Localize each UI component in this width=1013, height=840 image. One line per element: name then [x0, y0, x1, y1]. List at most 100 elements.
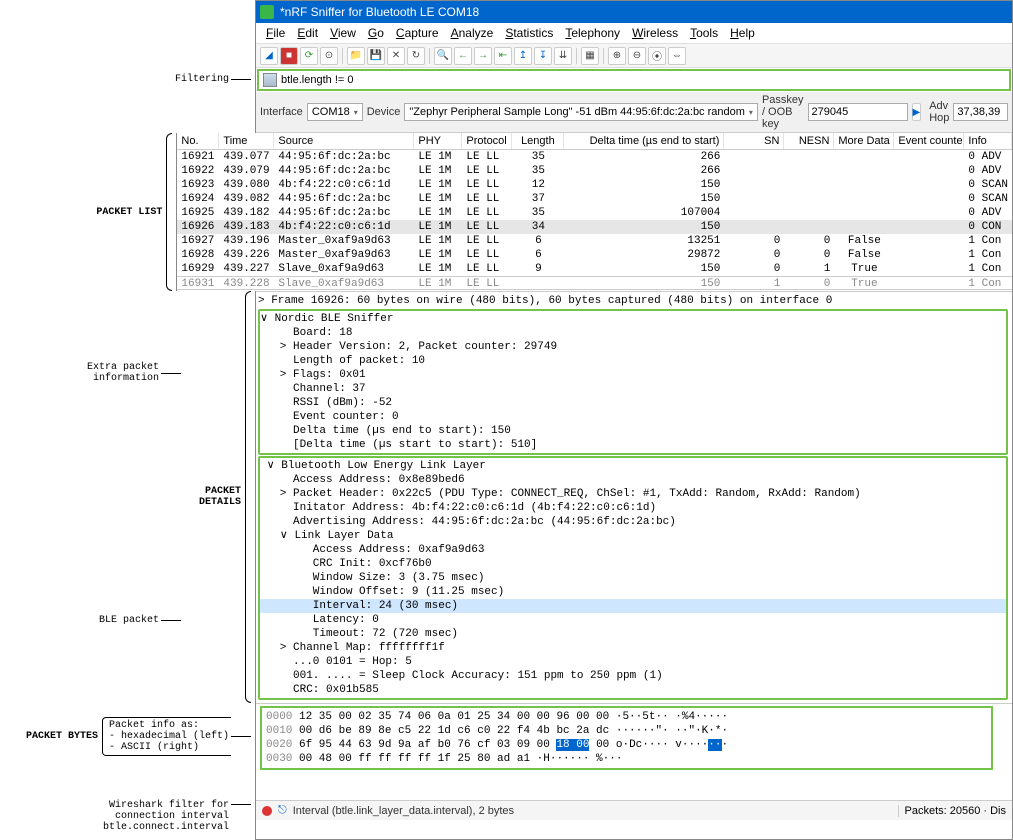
passkey-apply-icon[interactable]: ▶	[912, 103, 922, 121]
detail-line[interactable]: ...0 0101 = Hop: 5	[260, 655, 1006, 669]
packet-details-pane[interactable]: > Frame 16926: 60 bytes on wire (480 bit…	[256, 291, 1012, 703]
menu-tools[interactable]: Tools	[686, 25, 722, 41]
packet-row[interactable]: 16923439.0804b:f4:22:c0:c6:1dLE 1MLE LL1…	[177, 178, 1012, 192]
detail-line[interactable]: ∨ Link Layer Data	[260, 529, 1006, 543]
menu-edit[interactable]: Edit	[293, 25, 322, 41]
toolbar-reload-icon[interactable]: ↻	[407, 47, 425, 65]
detail-line[interactable]: CRC Init: 0xcf76b0	[260, 557, 1006, 571]
menu-go[interactable]: Go	[364, 25, 388, 41]
detail-line[interactable]: RSSI (dBm): -52	[260, 396, 1006, 410]
passkey-input[interactable]	[808, 103, 908, 121]
packet-row[interactable]: 16929439.227Slave_0xaf9a9d63LE 1MLE LL91…	[177, 262, 1012, 276]
toolbar-save-icon[interactable]: 💾	[367, 47, 385, 65]
packet-row[interactable]: 16931439.228Slave_0xaf9a9d63LE 1MLE LL15…	[177, 276, 1012, 290]
menu-capture[interactable]: Capture	[392, 25, 443, 41]
detail-line[interactable]: Delta time (µs end to start): 150	[260, 424, 1006, 438]
detail-line[interactable]: [Delta time (µs start to start): 510]	[260, 438, 1006, 452]
toolbar-open-icon[interactable]: 📁	[347, 47, 365, 65]
packet-row[interactable]: 16921439.07744:95:6f:dc:2a:bcLE 1MLE LL3…	[177, 150, 1012, 164]
column-header[interactable]: PHY	[414, 133, 462, 149]
packet-row[interactable]: 16924439.08244:95:6f:dc:2a:bcLE 1MLE LL3…	[177, 192, 1012, 206]
toolbar-options-icon[interactable]: ⊙	[320, 47, 338, 65]
toolbar-zoom-in-icon[interactable]: ⊕	[608, 47, 626, 65]
bytes-row[interactable]: 0000 12 35 00 02 35 74 06 0a 01 25 34 00…	[266, 710, 987, 724]
detail-line[interactable]: Latency: 0	[260, 613, 1006, 627]
toolbar-jump-icon[interactable]: ⇤	[494, 47, 512, 65]
advhop-input[interactable]	[953, 103, 1008, 121]
column-header[interactable]: More Data	[834, 133, 894, 149]
toolbar-goto-first-icon[interactable]: ↥	[514, 47, 532, 65]
toolbar-colorize-icon[interactable]: ▦	[581, 47, 599, 65]
packet-row[interactable]: 16928439.226Master_0xaf9a9d63LE 1MLE LL6…	[177, 248, 1012, 262]
toolbar-goto-last-icon[interactable]: ↧	[534, 47, 552, 65]
display-filter-input[interactable]	[281, 74, 1005, 86]
detail-line[interactable]: Window Offset: 9 (11.25 msec)	[260, 585, 1006, 599]
detail-nordic-header[interactable]: ∨ Nordic BLE Sniffer	[260, 312, 1006, 326]
filter-bookmark-icon[interactable]	[263, 73, 277, 87]
bytes-row[interactable]: 0010 00 d6 be 89 8e c5 22 1d c6 c0 22 f4…	[266, 724, 987, 738]
column-header[interactable]: No.	[177, 133, 219, 149]
toolbar-find-icon[interactable]: 🔍	[434, 47, 452, 65]
column-header[interactable]: Info	[964, 133, 1012, 149]
detail-ble-header[interactable]: ∨ Bluetooth Low Energy Link Layer	[260, 459, 1006, 473]
main-toolbar[interactable]: ◢ ■ ⟳ ⊙ 📁 💾 ✕ ↻ 🔍 ← → ⇤ ↥ ↧ ⇊ ▦ ⊕ ⊖ ⦿ ⇔	[256, 44, 1012, 68]
detail-frame-line[interactable]: > Frame 16926: 60 bytes on wire (480 bit…	[258, 294, 1010, 308]
toolbar-autoscroll-icon[interactable]: ⇊	[554, 47, 572, 65]
detail-line[interactable]: Channel: 37	[260, 382, 1006, 396]
detail-line[interactable]: CRC: 0x01b585	[260, 683, 1006, 697]
column-header[interactable]: NESN	[784, 133, 834, 149]
menu-file[interactable]: File	[262, 25, 289, 41]
packet-list-header[interactable]: No.TimeSourcePHYProtocolLengthDelta time…	[177, 133, 1012, 150]
packet-row[interactable]: 16925439.18244:95:6f:dc:2a:bcLE 1MLE LL3…	[177, 206, 1012, 220]
detail-line[interactable]: > Packet Header: 0x22c5 (PDU Type: CONNE…	[260, 487, 1006, 501]
capture-file-props-icon[interactable]: ⎋	[278, 804, 287, 817]
column-header[interactable]: Length	[512, 133, 564, 149]
detail-line[interactable]: Advertising Address: 44:95:6f:dc:2a:bc (…	[260, 515, 1006, 529]
column-header[interactable]: SN	[724, 133, 784, 149]
menu-view[interactable]: View	[326, 25, 360, 41]
toolbar-zoom-out-icon[interactable]: ⊖	[628, 47, 646, 65]
menubar[interactable]: FileEditViewGoCaptureAnalyzeStatisticsTe…	[256, 23, 1012, 44]
detail-line[interactable]: Access Address: 0x8e89bed6	[260, 473, 1006, 487]
packet-list[interactable]: 16921439.07744:95:6f:dc:2a:bcLE 1MLE LL3…	[177, 150, 1012, 290]
packet-row[interactable]: 16927439.196Master_0xaf9a9d63LE 1MLE LL6…	[177, 234, 1012, 248]
toolbar-prev-icon[interactable]: ←	[454, 47, 472, 65]
menu-analyze[interactable]: Analyze	[447, 25, 498, 41]
detail-line[interactable]: Initator Address: 4b:f4:22:c0:c6:1d (4b:…	[260, 501, 1006, 515]
toolbar-zoom-reset-icon[interactable]: ⦿	[648, 47, 666, 65]
column-header[interactable]: Delta time (µs end to start)	[564, 133, 724, 149]
detail-line[interactable]: > Flags: 0x01	[260, 368, 1006, 382]
detail-line[interactable]: Access Address: 0xaf9a9d63	[260, 543, 1006, 557]
packet-row[interactable]: 16922439.07944:95:6f:dc:2a:bcLE 1MLE LL3…	[177, 164, 1012, 178]
detail-line[interactable]: Window Size: 3 (3.75 msec)	[260, 571, 1006, 585]
packet-row[interactable]: 16926439.1834b:f4:22:c0:c6:1dLE 1MLE LL3…	[177, 220, 1012, 234]
detail-line[interactable]: > Channel Map: ffffffff1f	[260, 641, 1006, 655]
column-header[interactable]: Protocol	[462, 133, 512, 149]
detail-line[interactable]: 001. .... = Sleep Clock Accuracy: 151 pp…	[260, 669, 1006, 683]
column-header[interactable]: Time	[219, 133, 274, 149]
interface-select[interactable]: COM18▾	[307, 103, 363, 121]
detail-line[interactable]: Length of packet: 10	[260, 354, 1006, 368]
column-header[interactable]: Source	[274, 133, 414, 149]
menu-wireless[interactable]: Wireless	[628, 25, 682, 41]
toolbar-start-icon[interactable]: ◢	[260, 47, 278, 65]
detail-line[interactable]: Board: 18	[260, 326, 1006, 340]
detail-line[interactable]: Event counter: 0	[260, 410, 1006, 424]
bytes-row[interactable]: 0020 6f 95 44 63 9d 9a af b0 76 cf 03 09…	[266, 738, 987, 752]
toolbar-close-icon[interactable]: ✕	[387, 47, 405, 65]
menu-help[interactable]: Help	[726, 25, 759, 41]
menu-statistics[interactable]: Statistics	[501, 25, 557, 41]
detail-line[interactable]: > Header Version: 2, Packet counter: 297…	[260, 340, 1006, 354]
toolbar-restart-icon[interactable]: ⟳	[300, 47, 318, 65]
display-filter-bar[interactable]	[257, 69, 1011, 91]
menu-telephony[interactable]: Telephony	[561, 25, 624, 41]
device-select[interactable]: "Zephyr Peripheral Sample Long" -51 dBm …	[404, 103, 758, 121]
detail-interval-line[interactable]: Interval: 24 (30 msec)	[260, 599, 1006, 613]
expert-info-icon[interactable]	[262, 806, 272, 816]
toolbar-next-icon[interactable]: →	[474, 47, 492, 65]
column-header[interactable]: Event counter	[894, 133, 964, 149]
detail-line[interactable]: Timeout: 72 (720 msec)	[260, 627, 1006, 641]
toolbar-stop-icon[interactable]: ■	[280, 47, 298, 65]
packet-bytes-pane[interactable]: 0000 12 35 00 02 35 74 06 0a 01 25 34 00…	[256, 703, 1012, 772]
bytes-row[interactable]: 0030 00 48 00 ff ff ff ff 1f 25 80 ad a1…	[266, 752, 987, 766]
